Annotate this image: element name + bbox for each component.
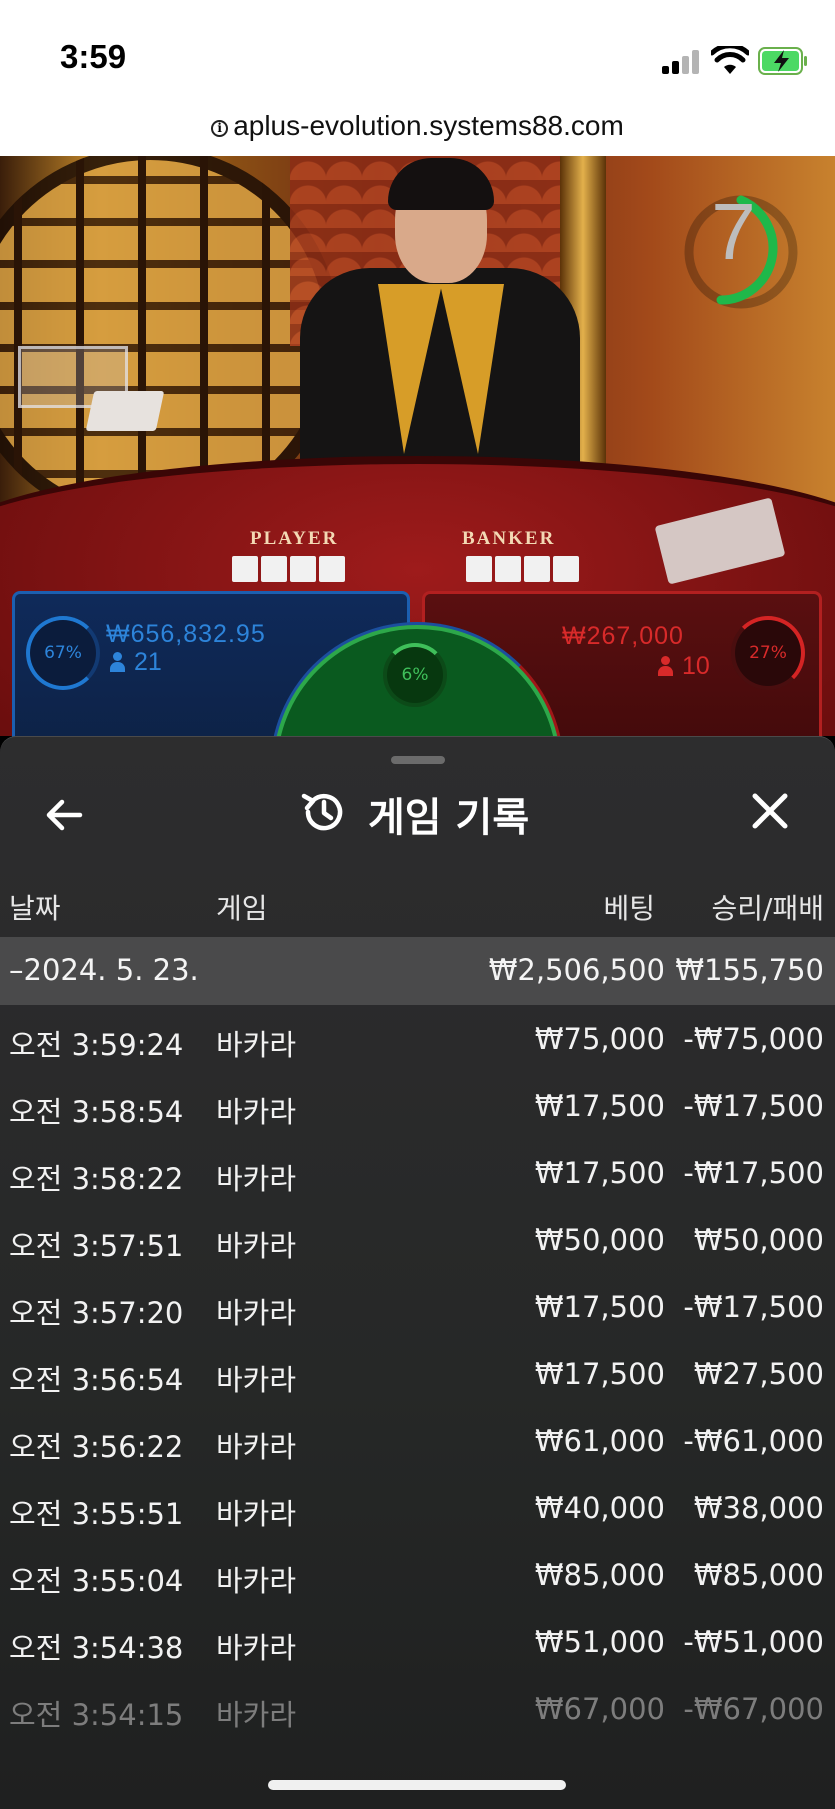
close-icon[interactable] bbox=[746, 787, 794, 835]
row-time: 오전 3:58:22 bbox=[9, 1162, 184, 1196]
history-row[interactable]: 오전 3:57:51 바카라 ₩50,000 ₩50,000 bbox=[0, 1209, 835, 1276]
row-time: 오전 3:56:22 bbox=[9, 1430, 184, 1464]
history-row[interactable]: 오전 3:55:51 바카라 ₩40,000 ₩38,000 bbox=[0, 1477, 835, 1544]
row-bet: ₩40,000 bbox=[534, 1491, 665, 1525]
row-result: ₩27,500 bbox=[693, 1357, 824, 1391]
sheet-title: 게임 기록 bbox=[368, 795, 530, 841]
row-result: -₩17,500 bbox=[683, 1156, 824, 1190]
history-row[interactable]: 오전 3:54:38 바카라 ₩51,000 -₩51,000 bbox=[0, 1611, 835, 1678]
wifi-icon bbox=[711, 46, 749, 74]
person-icon bbox=[658, 656, 673, 676]
tie-percent: 6% bbox=[383, 643, 447, 707]
row-time: 오전 3:55:51 bbox=[9, 1497, 184, 1531]
cellular-signal-icon bbox=[662, 50, 702, 74]
row-game: 바카라 bbox=[216, 1631, 297, 1665]
info-icon[interactable]: i bbox=[211, 120, 229, 137]
banker-percent: 27% bbox=[731, 616, 805, 690]
row-bet: ₩17,500 bbox=[534, 1357, 665, 1391]
table-label-banker: BANKER bbox=[462, 528, 556, 549]
card-tray bbox=[85, 391, 165, 431]
row-result: -₩67,000 bbox=[683, 1692, 824, 1726]
person-icon bbox=[110, 652, 125, 672]
status-time: 3:59 bbox=[60, 38, 127, 75]
player-cards bbox=[232, 556, 345, 582]
row-game: 바카라 bbox=[216, 1430, 297, 1464]
row-time: 오전 3:54:15 bbox=[9, 1698, 184, 1732]
banker-count-value: 10 bbox=[682, 652, 710, 680]
row-bet: ₩75,000 bbox=[534, 1022, 665, 1056]
row-time: 오전 3:58:54 bbox=[9, 1095, 184, 1129]
column-header-result: 승리/패배 bbox=[711, 892, 824, 925]
row-game: 바카라 bbox=[216, 1564, 297, 1598]
player-bet-amount: ₩656,832.95 bbox=[106, 620, 266, 648]
battery-charging-icon bbox=[758, 47, 807, 75]
date-group-row[interactable]: –2024. 5. 23. ₩2,506,500 ₩155,750 bbox=[0, 937, 835, 1005]
row-game: 바카라 bbox=[216, 1229, 297, 1263]
row-game: 바카라 bbox=[216, 1698, 297, 1732]
game-history-sheet: 게임 기록 날짜 게임 베팅 승리/패배 –2024. 5. 23. ₩2,50… bbox=[0, 736, 835, 1809]
row-result: ₩85,000 bbox=[693, 1558, 824, 1592]
player-count: 21 bbox=[110, 648, 162, 677]
row-game: 바카라 bbox=[216, 1162, 297, 1196]
player-percent: 67% bbox=[26, 616, 100, 690]
banker-cards bbox=[466, 556, 579, 582]
column-header-bet: 베팅 bbox=[603, 892, 655, 925]
row-bet: ₩50,000 bbox=[534, 1223, 665, 1257]
row-result: -₩61,000 bbox=[683, 1424, 824, 1458]
sheet-grabber[interactable] bbox=[391, 756, 445, 764]
row-result: ₩38,000 bbox=[693, 1491, 824, 1525]
row-result: -₩17,500 bbox=[683, 1089, 824, 1123]
url-text: aplus-evolution.systems88.com bbox=[233, 110, 624, 141]
history-row[interactable]: 오전 3:54:15 바카라 ₩67,000 -₩67,000 bbox=[0, 1678, 835, 1745]
row-game: 바카라 bbox=[216, 1497, 297, 1531]
history-row[interactable]: 오전 3:59:24 바카라 ₩75,000 -₩75,000 bbox=[0, 1008, 835, 1075]
row-bet: ₩61,000 bbox=[534, 1424, 665, 1458]
history-row[interactable]: 오전 3:58:54 바카라 ₩17,500 -₩17,500 bbox=[0, 1075, 835, 1142]
row-time: 오전 3:59:24 bbox=[9, 1028, 184, 1062]
dealer-lapel-left bbox=[378, 284, 442, 454]
row-bet: ₩17,500 bbox=[534, 1089, 665, 1123]
row-game: 바카라 bbox=[216, 1028, 297, 1062]
date-group-total-result: ₩155,750 bbox=[675, 953, 824, 987]
row-time: 오전 3:57:51 bbox=[9, 1229, 184, 1263]
row-time: 오전 3:55:04 bbox=[9, 1564, 184, 1598]
row-result: -₩75,000 bbox=[683, 1022, 824, 1056]
row-result: -₩17,500 bbox=[683, 1290, 824, 1324]
history-row[interactable]: 오전 3:57:20 바카라 ₩17,500 -₩17,500 bbox=[0, 1276, 835, 1343]
row-bet: ₩51,000 bbox=[534, 1625, 665, 1659]
history-row[interactable]: 오전 3:55:04 바카라 ₩85,000 ₩85,000 bbox=[0, 1544, 835, 1611]
row-bet: ₩17,500 bbox=[534, 1290, 665, 1324]
date-group-label: –2024. 5. 23. bbox=[9, 953, 199, 987]
row-bet: ₩17,500 bbox=[534, 1156, 665, 1190]
row-result: -₩51,000 bbox=[683, 1625, 824, 1659]
home-indicator[interactable] bbox=[268, 1780, 566, 1790]
dealer-lapel-right bbox=[440, 284, 504, 454]
row-bet: ₩85,000 bbox=[534, 1558, 665, 1592]
row-result: ₩50,000 bbox=[693, 1223, 824, 1257]
history-row[interactable]: 오전 3:56:22 바카라 ₩61,000 -₩61,000 bbox=[0, 1410, 835, 1477]
row-time: 오전 3:54:38 bbox=[9, 1631, 184, 1665]
countdown-number: 7 bbox=[711, 187, 756, 276]
table-label-player: PLAYER bbox=[250, 528, 339, 549]
row-time: 오전 3:57:20 bbox=[9, 1296, 184, 1330]
player-count-value: 21 bbox=[134, 648, 162, 676]
date-group-total-bet: ₩2,506,500 bbox=[488, 953, 665, 987]
history-row[interactable]: 오전 3:56:54 바카라 ₩17,500 ₩27,500 bbox=[0, 1343, 835, 1410]
row-game: 바카라 bbox=[216, 1095, 297, 1129]
address-bar[interactable]: i aplus-evolution.systems88.com bbox=[0, 100, 835, 156]
row-time: 오전 3:56:54 bbox=[9, 1363, 184, 1397]
row-game: 바카라 bbox=[216, 1363, 297, 1397]
history-row[interactable]: 오전 3:58:22 바카라 ₩17,500 -₩17,500 bbox=[0, 1142, 835, 1209]
status-bar: 3:59 bbox=[0, 0, 835, 100]
row-bet: ₩67,000 bbox=[534, 1692, 665, 1726]
banker-count: 10 bbox=[658, 652, 710, 681]
history-icon bbox=[301, 793, 343, 831]
row-game: 바카라 bbox=[216, 1296, 297, 1330]
column-header-game: 게임 bbox=[216, 892, 268, 925]
back-arrow-icon[interactable] bbox=[40, 791, 88, 839]
column-header-date: 날짜 bbox=[9, 892, 61, 925]
banker-bet-amount: ₩267,000 bbox=[562, 622, 684, 650]
